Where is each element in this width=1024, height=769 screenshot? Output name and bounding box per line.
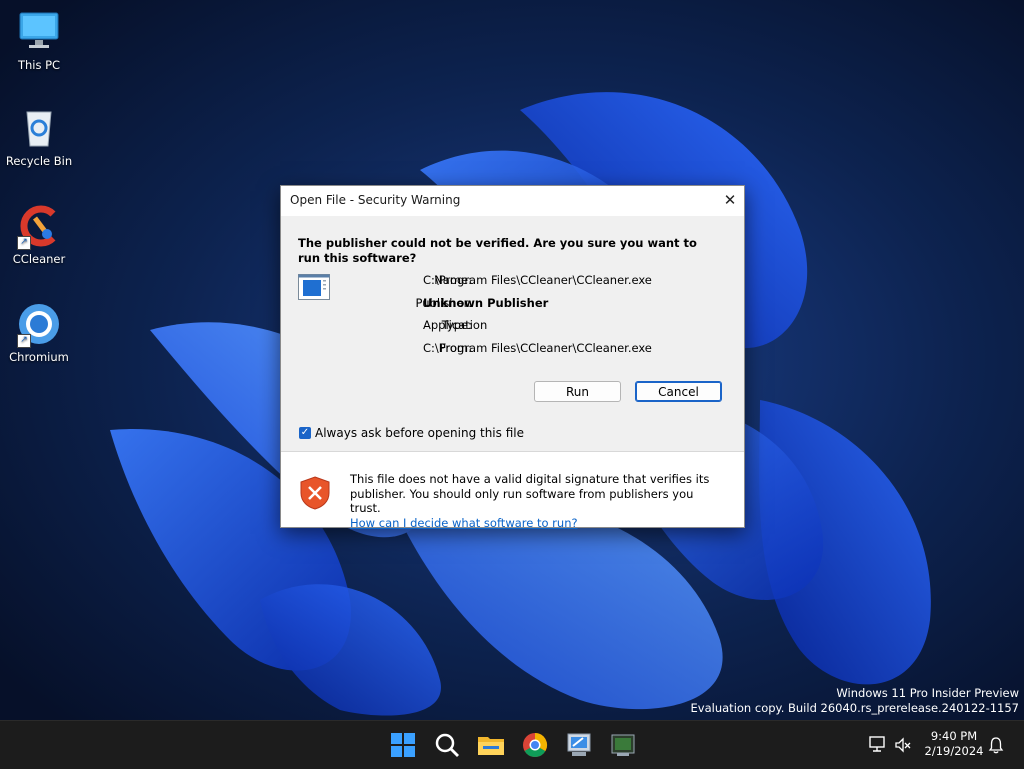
control-panel-icon	[567, 733, 591, 756]
chrome-icon	[523, 733, 548, 758]
footer-message: This file does not have a valid digital …	[350, 472, 720, 530]
field-name-row: Name: C:\Program Files\CCleaner\CCleaner…	[341, 273, 741, 291]
chrome-button[interactable]	[519, 729, 551, 761]
volume-muted-icon[interactable]	[894, 736, 912, 754]
system-clock[interactable]: 9:40 PM 2/19/2024	[922, 729, 986, 759]
always-ask-label: Always ask before opening this file	[315, 426, 524, 440]
run-button[interactable]: Run	[534, 381, 621, 402]
field-value: Application	[423, 318, 488, 332]
desktop-icon-chromium[interactable]: ↗ Chromium	[4, 302, 74, 364]
dialog-title: Open File - Security Warning	[290, 193, 461, 207]
dialog-titlebar[interactable]: Open File - Security Warning ✕	[281, 186, 744, 216]
field-value: C:\Program Files\CCleaner\CCleaner.exe	[423, 341, 652, 355]
dialog-footer: This file does not have a valid digital …	[281, 452, 744, 530]
field-value: C:\Program Files\CCleaner\CCleaner.exe	[423, 273, 652, 287]
network-icon[interactable]	[868, 735, 886, 753]
field-type-row: Type: Application	[341, 318, 741, 336]
clock-time: 9:40 PM	[930, 729, 978, 743]
desktop-icon-label: Recycle Bin	[5, 154, 73, 168]
close-icon: ✕	[723, 191, 737, 209]
start-button[interactable]	[387, 729, 419, 761]
terminal-button[interactable]	[607, 729, 639, 761]
ccleaner-icon: ↗	[17, 204, 61, 250]
watermark-line-1: Windows 11 Pro Insider Preview	[836, 686, 1019, 700]
close-button[interactable]: ✕	[716, 186, 744, 216]
footer-warning-text: This file does not have a valid digital …	[350, 472, 710, 515]
application-file-icon	[298, 274, 330, 300]
field-value: Unknown Publisher	[423, 296, 549, 310]
clock-date: 2/19/2024	[924, 744, 984, 758]
desktop-icon-label: CCleaner	[12, 252, 66, 266]
desktop-icon-this-pc[interactable]: This PC	[4, 10, 74, 72]
desktop-icon-label: This PC	[17, 58, 61, 72]
security-warning-dialog: Open File - Security Warning ✕ The publi…	[280, 185, 745, 530]
checkbox-checked-icon[interactable]: ✓	[299, 427, 311, 439]
chromium-icon: ↗	[17, 302, 61, 348]
search-icon	[435, 733, 459, 757]
shield-warning-icon	[300, 476, 330, 510]
cancel-button[interactable]: Cancel	[635, 381, 722, 402]
start-icon	[391, 733, 415, 757]
shortcut-arrow-icon: ↗	[17, 334, 31, 348]
monitor-icon	[17, 10, 61, 54]
evaluation-watermark: Windows 11 Pro Insider Preview Evaluatio…	[691, 686, 1019, 715]
always-ask-checkbox[interactable]: ✓ Always ask before opening this file	[299, 426, 524, 440]
taskbar: 9:40 PM 2/19/2024	[0, 720, 1024, 769]
dialog-question: The publisher could not be verified. Are…	[298, 236, 697, 265]
file-explorer-button[interactable]	[475, 729, 507, 761]
desktop-icon-label: Chromium	[9, 350, 69, 364]
desktop-icon-recycle-bin[interactable]: Recycle Bin	[4, 106, 74, 168]
terminal-icon	[611, 734, 635, 756]
notification-bell-icon[interactable]	[988, 736, 1004, 754]
field-publisher-row: Publisher: Unknown Publisher	[341, 296, 741, 314]
search-button[interactable]	[431, 729, 463, 761]
watermark-line-2: Evaluation copy. Build 26040.rs_prerelea…	[690, 700, 1019, 715]
field-from-row: From: C:\Program Files\CCleaner\CCleaner…	[341, 341, 741, 359]
shortcut-arrow-icon: ↗	[17, 236, 31, 250]
recycle-bin-icon	[17, 106, 61, 150]
file-explorer-icon	[478, 737, 504, 755]
help-link[interactable]: How can I decide what software to run?	[350, 516, 578, 530]
desktop-icon-ccleaner[interactable]: ↗ CCleaner	[4, 204, 74, 266]
control-panel-button[interactable]	[563, 729, 595, 761]
